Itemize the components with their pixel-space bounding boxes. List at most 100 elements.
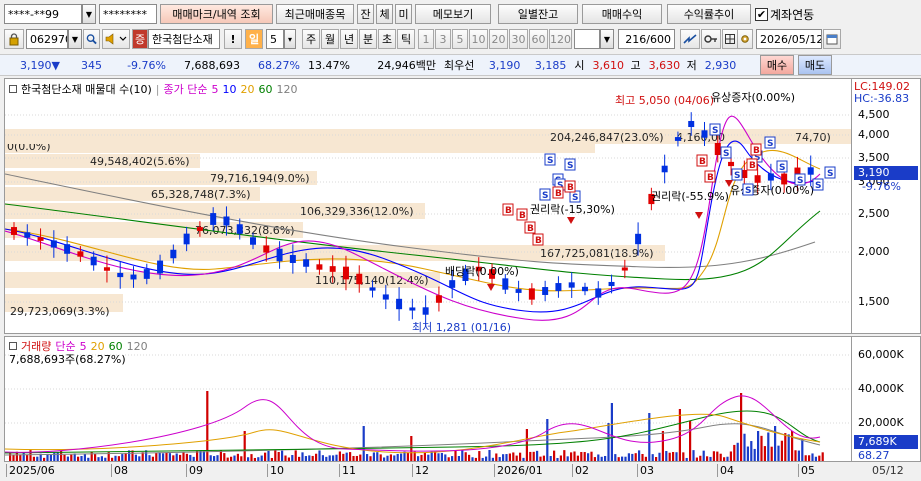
volume-bar (355, 455, 358, 461)
recent-trades-button[interactable]: 최근매매종목 (276, 4, 354, 24)
interval-20-button[interactable]: 20 (489, 29, 508, 49)
ma-legend-label: 종가 단순 (163, 83, 208, 96)
interval-3-button[interactable]: 3 (435, 29, 451, 49)
volume-bar (791, 431, 794, 461)
buy-button[interactable]: 매수 (760, 55, 794, 75)
interval-30-button[interactable]: 30 (509, 29, 528, 49)
sell-signal-label: S (745, 186, 751, 196)
chart-settings-icon[interactable] (9, 342, 17, 350)
turnover-rate: 13.47% (308, 58, 350, 72)
volume-bar (689, 421, 692, 461)
bar-count-field[interactable]: 216/600 (618, 29, 675, 49)
return-trend-button[interactable]: 수익률추이 (667, 4, 751, 24)
filled-button[interactable]: 체 (376, 4, 393, 24)
candle-body (528, 288, 535, 300)
period-tick-button[interactable]: 틱 (397, 29, 415, 49)
exclamation-icon[interactable]: ! (224, 29, 242, 49)
volume-bar (318, 450, 321, 461)
volume-chart-canvas[interactable] (5, 337, 852, 462)
volume-bar (576, 455, 579, 461)
price-chart-panel[interactable]: 0(0.0%) 49,548,402(5.6%) 79,716,194(9.0%) 6… (4, 78, 852, 334)
unfilled-button[interactable]: 미 (395, 4, 412, 24)
volume-bar (230, 456, 233, 461)
stock-name-field[interactable]: 한국첨단소재 (148, 29, 220, 49)
volume-bar (474, 457, 477, 461)
volume-bar (627, 453, 630, 461)
volume-ma-line (5, 395, 821, 453)
candle-body (50, 240, 57, 248)
period-week-button[interactable]: 주 (302, 29, 320, 49)
volume-bar (746, 446, 749, 461)
calendar-icon[interactable] (823, 29, 841, 49)
chart-settings-icon[interactable] (9, 85, 17, 93)
custom-interval-dropdown[interactable]: ▼ (600, 29, 614, 49)
account-link-checkbox[interactable]: ✔ 계좌연동 (755, 4, 814, 24)
volume-bar (583, 452, 586, 461)
price-chart-canvas[interactable]: 0(0.0%)49,548,402(5.6%)79,716,194(9.0%)6… (5, 79, 852, 334)
candle-body (64, 244, 71, 254)
volume-bar (423, 452, 426, 461)
period-year-button[interactable]: 년 (340, 29, 358, 49)
stock-code-dropdown[interactable]: ▼ (68, 29, 82, 49)
period-month-button[interactable]: 월 (321, 29, 339, 49)
sell-signal-label: S (815, 181, 821, 191)
memo-view-button[interactable]: 메모보기 (415, 4, 491, 24)
grid-icon[interactable] (722, 29, 738, 49)
period-minute-button[interactable]: 분 (359, 29, 377, 49)
candle-body (767, 173, 774, 181)
open-value: 3,610 (592, 58, 625, 72)
period-second-button[interactable]: 초 (378, 29, 396, 49)
volume-bar (66, 456, 69, 461)
volume-bar (634, 453, 637, 461)
daily-balance-button[interactable]: 일별잔고 (498, 4, 578, 24)
current-rate-tag: -9.76% (862, 180, 901, 193)
volume-bar (124, 452, 127, 461)
date-input[interactable]: 2026/05/12 (756, 29, 822, 49)
date-axis[interactable]: 2025/06 08 09 10 11 12 2026/01 02 03 04 05 05/12 (4, 462, 921, 481)
volume-bar (692, 450, 695, 461)
custom-interval-input[interactable] (574, 29, 600, 49)
lock-icon[interactable] (4, 29, 24, 49)
date-axis-label: 10 (267, 464, 284, 477)
period-day-button[interactable]: 일 (245, 29, 263, 49)
scroll-arrows-icon[interactable] (680, 29, 700, 49)
best-price-label: 최우선 (444, 59, 475, 72)
volume-bar (522, 457, 525, 461)
volume-bar (362, 426, 365, 461)
volume-bar (542, 455, 545, 461)
volume-axis[interactable]: 60,000K 40,000K 20,000K 7,689K 68.27 (852, 336, 921, 462)
sell-button[interactable]: 매도 (798, 55, 832, 75)
volume-bar (515, 455, 518, 461)
volume-bar (661, 431, 664, 461)
trade-mark-query-button[interactable]: 매매마크/내역 조회 (160, 4, 273, 24)
volume-bar (138, 456, 141, 461)
volume-bar (590, 451, 593, 461)
candle-body (515, 289, 522, 293)
stock-code-input[interactable]: 062970 (26, 29, 68, 49)
interval-5-button[interactable]: 5 (452, 29, 468, 49)
account-dropdown-button[interactable]: ▼ (82, 4, 96, 24)
volume-bar (417, 456, 420, 461)
volume-bar (519, 452, 522, 461)
period-value-dropdown[interactable]: ▾ (284, 29, 296, 49)
volume-bar (338, 451, 341, 461)
password-input[interactable]: ******** (99, 4, 157, 24)
interval-10-button[interactable]: 10 (469, 29, 488, 49)
speaker-icon[interactable] (102, 29, 130, 49)
interval-60-button[interactable]: 60 (529, 29, 548, 49)
interval-120-button[interactable]: 120 (549, 29, 572, 49)
volume-bar (114, 455, 117, 461)
period-value-input[interactable]: 5 (266, 29, 284, 49)
key-icon[interactable] (701, 29, 721, 49)
volume-bar (420, 454, 423, 461)
balance-button[interactable]: 잔 (357, 4, 374, 24)
trade-profit-button[interactable]: 매매수익 (582, 4, 662, 24)
gear-icon[interactable] (737, 29, 753, 49)
interval-1-button[interactable]: 1 (418, 29, 434, 49)
volume-bar (600, 456, 603, 461)
volume-bar (308, 455, 311, 461)
price-axis[interactable]: LC:149.02 HC:-36.83 4,500 4,000 3,500 3,000… (852, 78, 921, 334)
volume-chart-panel[interactable]: 거래량 단순 5 20 60 120 7,688,693주(68.27%) (4, 336, 852, 462)
account-number-input[interactable]: ****-**99 (4, 4, 82, 24)
search-icon[interactable] (83, 29, 100, 49)
